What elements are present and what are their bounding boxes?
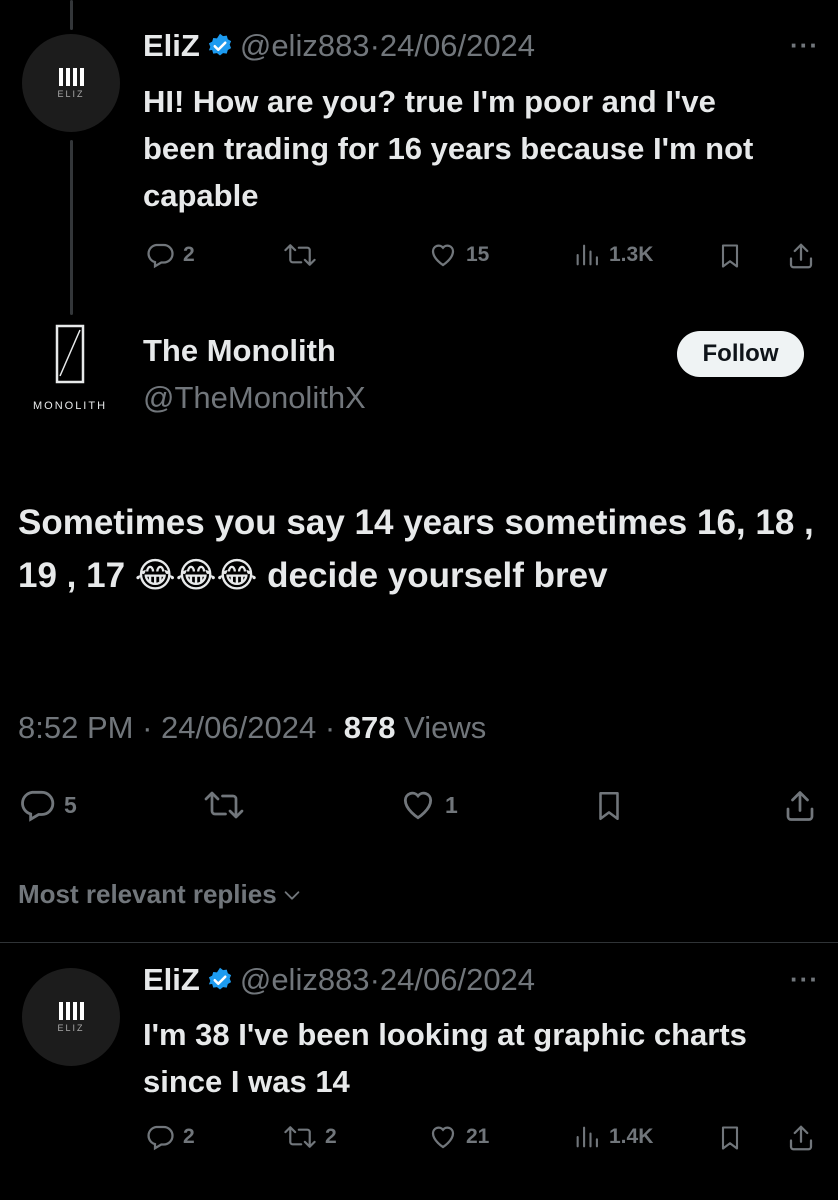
separator-dot: · xyxy=(324,710,336,745)
like-count: 1 xyxy=(445,791,458,818)
reply-icon xyxy=(147,1125,174,1151)
share-button[interactable] xyxy=(786,240,816,272)
separator-dot: · xyxy=(369,28,380,63)
tweet-date[interactable]: 24/06/2024 xyxy=(380,28,535,63)
tweet-date[interactable]: 24/06/2024 xyxy=(161,710,316,745)
reply-button[interactable]: 5 xyxy=(18,786,77,824)
reply-count: 2 xyxy=(183,243,195,266)
separator-dot: · xyxy=(142,710,153,745)
author-name[interactable]: The Monolith xyxy=(143,333,336,369)
share-icon xyxy=(789,1125,813,1151)
monolith-logo-icon xyxy=(55,324,85,384)
avatar-eliz[interactable]: ELIZ xyxy=(22,34,120,132)
chevron-down-icon xyxy=(284,890,299,900)
author-handle[interactable]: @eliz883 xyxy=(240,962,370,997)
separator-dot: · xyxy=(369,962,380,997)
avatar-sub-label: ELIZ xyxy=(57,1022,85,1033)
tweet-text: HI! How are you? true I'm poor and I've … xyxy=(143,84,754,213)
replies-sort-dropdown[interactable]: Most relevant replies xyxy=(18,879,303,910)
views-button[interactable]: 1.3K xyxy=(573,240,653,270)
share-button[interactable] xyxy=(786,1122,816,1154)
more-options-icon[interactable]: ··· xyxy=(790,964,819,995)
author-name[interactable]: EliZ xyxy=(143,28,200,63)
more-options-icon[interactable]: ··· xyxy=(790,30,819,61)
avatar-eliz[interactable]: ELIZ xyxy=(22,968,120,1066)
eliz-logo-icon xyxy=(58,1001,84,1020)
bookmark-icon xyxy=(721,1126,739,1150)
share-icon xyxy=(789,243,813,269)
views-count: 878 xyxy=(343,710,396,745)
bookmark-button[interactable] xyxy=(716,240,744,272)
retweet-icon xyxy=(284,1126,316,1148)
share-icon xyxy=(786,791,814,821)
avatar-monolith[interactable]: MONOLITH xyxy=(20,322,120,417)
like-button[interactable]: 21 xyxy=(428,1122,489,1152)
thread-line-top xyxy=(70,0,73,30)
retweet-icon xyxy=(204,791,244,819)
heart-icon xyxy=(431,1126,455,1149)
retweet-button[interactable] xyxy=(283,240,317,270)
verified-badge-icon xyxy=(206,32,234,65)
tweet-header: EliZ @eliz883·24/06/2024 xyxy=(143,962,535,999)
bookmark-icon xyxy=(721,244,739,268)
retweet-icon xyxy=(284,244,316,266)
avatar-sub-label: MONOLITH xyxy=(32,400,108,412)
like-button[interactable]: 1 xyxy=(399,786,458,824)
like-count: 15 xyxy=(466,243,490,266)
main-tweet-text: Sometimes you say 14 years sometimes 16,… xyxy=(18,503,814,595)
tweet-metadata: 8:52 PM · 24/06/2024 · 878 Views xyxy=(18,710,486,746)
reply-button[interactable]: 2 xyxy=(145,240,195,270)
avatar-sub-label: ELIZ xyxy=(57,88,85,99)
views-count: 1.4K xyxy=(609,1125,654,1148)
author-handle[interactable]: @TheMonolithX xyxy=(143,380,366,416)
bookmark-button[interactable] xyxy=(592,786,626,826)
tweet-time[interactable]: 8:52 PM xyxy=(18,710,133,745)
retweet-button[interactable] xyxy=(203,786,245,824)
tweet-header: EliZ @eliz883·24/06/2024 xyxy=(143,28,535,65)
share-button[interactable] xyxy=(782,786,818,826)
views-label: Views xyxy=(404,710,487,745)
reply-count: 5 xyxy=(64,791,77,818)
heart-icon xyxy=(403,791,433,820)
eliz-logo-icon xyxy=(58,67,84,86)
reply-icon xyxy=(147,243,174,269)
replies-sort-label: Most relevant replies xyxy=(18,879,277,909)
author-name[interactable]: EliZ xyxy=(143,962,200,997)
views-count: 1.3K xyxy=(609,243,654,266)
follow-button[interactable]: Follow xyxy=(677,331,804,377)
reply-count: 2 xyxy=(183,1125,195,1148)
views-chart-icon xyxy=(576,244,598,266)
bookmark-button[interactable] xyxy=(716,1122,744,1154)
bookmark-icon xyxy=(599,791,619,821)
verified-badge-icon xyxy=(206,966,234,999)
like-count: 21 xyxy=(466,1125,490,1148)
views-button[interactable]: 1.4K xyxy=(573,1122,653,1152)
views-chart-icon xyxy=(576,1126,598,1148)
reply-icon xyxy=(21,790,55,822)
retweet-count: 2 xyxy=(325,1125,337,1148)
retweet-button[interactable]: 2 xyxy=(283,1122,337,1152)
like-button[interactable]: 15 xyxy=(428,240,489,270)
tweet-text: I'm 38 I've been looking at graphic char… xyxy=(143,1017,747,1099)
thread-line-connector xyxy=(70,140,73,315)
heart-icon xyxy=(431,244,455,267)
section-divider xyxy=(0,942,838,943)
reply-button[interactable]: 2 xyxy=(145,1122,195,1152)
author-handle[interactable]: @eliz883 xyxy=(240,28,370,63)
tweet-date[interactable]: 24/06/2024 xyxy=(380,962,535,997)
